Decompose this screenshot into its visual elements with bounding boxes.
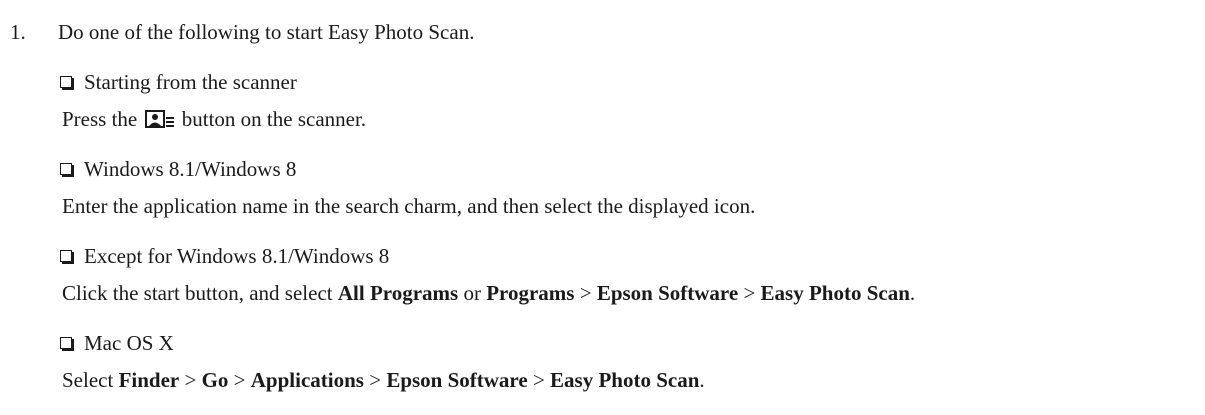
menu-path-item: Finder xyxy=(118,368,180,392)
menu-path-item: Go xyxy=(201,368,229,392)
menu-path-item: Easy Photo Scan xyxy=(550,368,700,392)
checkbox-bullet-icon xyxy=(60,337,72,349)
option-body: Click the start button, and select All P… xyxy=(62,283,915,304)
body-text: or xyxy=(458,281,487,305)
option-heading-text: Mac OS X xyxy=(84,331,174,355)
step-text: Do one of the following to start Easy Ph… xyxy=(58,20,475,44)
option-body-prefix: Press the xyxy=(62,107,143,131)
option-body: Select Finder > Go > Applications > Epso… xyxy=(62,370,705,391)
body-text: . xyxy=(909,281,916,305)
option-heading: Windows 8.1/Windows 8 xyxy=(60,159,296,180)
option-body-suffix: button on the scanner. xyxy=(176,107,367,131)
body-text: Click the start button, and select xyxy=(62,281,338,305)
checkbox-bullet-icon xyxy=(60,163,72,175)
menu-path-item: Epson Software xyxy=(596,281,739,305)
option-body: Enter the application name in the search… xyxy=(62,194,756,218)
body-text: > xyxy=(527,368,551,392)
menu-path-item: All Programs xyxy=(337,281,459,305)
body-text: . xyxy=(699,368,705,392)
option-heading: Starting from the scanner xyxy=(60,72,297,93)
menu-path-item: Applications xyxy=(250,368,364,392)
body-text: > xyxy=(228,368,251,392)
checkbox-bullet-icon xyxy=(60,76,72,88)
menu-path-item: Easy Photo Scan xyxy=(760,281,910,305)
option-heading: Except for Windows 8.1/Windows 8 xyxy=(60,246,389,267)
option-heading: Mac OS X xyxy=(60,333,174,354)
option-heading-text: Starting from the scanner xyxy=(84,70,297,94)
checkbox-bullet-icon xyxy=(60,250,72,262)
step-number: 1. xyxy=(10,20,26,44)
menu-path-item: Programs xyxy=(486,281,575,305)
body-text: Select xyxy=(62,368,119,392)
body-text: > xyxy=(179,368,202,392)
option-heading-text: Except for Windows 8.1/Windows 8 xyxy=(84,244,390,268)
body-text: > xyxy=(738,281,761,305)
option-body: Press the button on the scanner. xyxy=(62,109,366,133)
menu-path-item: Epson Software xyxy=(386,368,528,392)
body-text: > xyxy=(363,368,387,392)
option-heading-text: Windows 8.1/Windows 8 xyxy=(84,157,297,181)
body-text: > xyxy=(574,281,597,305)
photo-scan-button-icon xyxy=(144,110,175,133)
